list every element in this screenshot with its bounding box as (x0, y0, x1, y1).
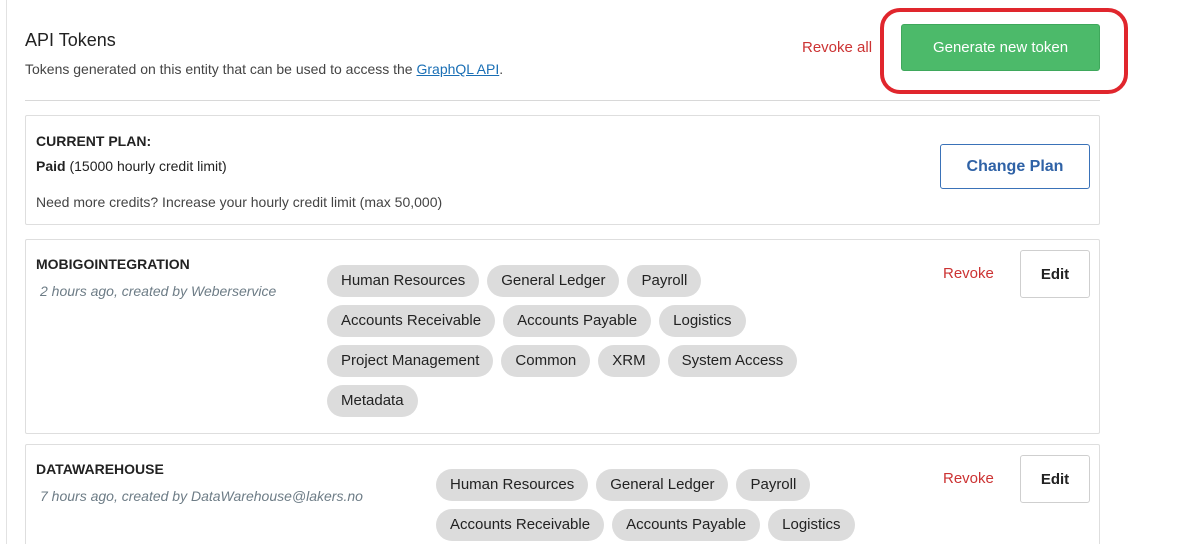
description-suffix: . (499, 61, 504, 77)
scope-tag: Payroll (627, 265, 702, 297)
description-text: Tokens generated on this entity that can… (25, 61, 417, 77)
token-created-meta: 2 hours ago, created by Weberservice (40, 283, 277, 299)
token-scope-list: Human Resources General Ledger Payroll A… (327, 265, 867, 417)
scope-tag: Human Resources (327, 265, 480, 297)
scope-tag: Human Resources (436, 469, 589, 501)
page-title: API Tokens (25, 30, 116, 50)
scope-tag: XRM (598, 345, 660, 377)
token-scope-list: Human Resources General Ledger Payroll A… (436, 469, 916, 541)
token-name: DATAWAREHOUSE (36, 461, 164, 477)
revoke-token-link[interactable]: Revoke (943, 265, 994, 282)
graphql-api-link[interactable]: GraphQL API (416, 61, 499, 77)
scope-tag: Logistics (659, 305, 746, 337)
generate-new-token-button[interactable]: Generate new token (901, 24, 1100, 71)
scope-tag: Common (501, 345, 591, 377)
edit-token-button[interactable]: Edit (1020, 250, 1090, 298)
page-description: Tokens generated on this entity that can… (25, 61, 503, 77)
token-name: MOBIGOINTEGRATION (36, 256, 190, 272)
plan-limit: (15000 hourly credit limit) (69, 158, 227, 174)
revoke-token-link[interactable]: Revoke (943, 470, 994, 487)
edit-token-button[interactable]: Edit (1020, 455, 1090, 503)
scope-tag: Accounts Receivable (327, 305, 496, 337)
plan-label: CURRENT PLAN: (36, 133, 152, 149)
scope-tag: General Ledger (596, 469, 729, 501)
scope-tag: Payroll (736, 469, 811, 501)
scope-tag: General Ledger (487, 265, 620, 297)
scope-tag: Accounts Receivable (436, 509, 605, 541)
header-divider (25, 100, 1100, 101)
tokens-header: API Tokens Tokens generated on this enti… (25, 30, 503, 77)
token-card: DATAWAREHOUSE 7 hours ago, created by Da… (25, 444, 1100, 544)
scope-tag: System Access (667, 345, 798, 377)
scope-tag: Accounts Payable (612, 509, 761, 541)
plan-tier: Paid (36, 158, 66, 174)
revoke-all-link[interactable]: Revoke all (802, 39, 880, 56)
scope-tag: Accounts Payable (503, 305, 652, 337)
plan-upsell-text: Need more credits? Increase your hourly … (36, 194, 443, 210)
token-created-meta: 7 hours ago, created by DataWarehouse@la… (40, 488, 363, 504)
token-card: MOBIGOINTEGRATION 2 hours ago, created b… (25, 239, 1100, 434)
api-tokens-page: API Tokens Tokens generated on this enti… (0, 0, 1200, 544)
scope-tag: Metadata (327, 385, 418, 417)
scope-tag: Logistics (768, 509, 855, 541)
content-left-border (6, 0, 7, 544)
scope-tag: Project Management (327, 345, 494, 377)
plan-details: Paid (15000 hourly credit limit) (36, 158, 227, 174)
change-plan-button[interactable]: Change Plan (940, 144, 1090, 189)
current-plan-card: CURRENT PLAN: Paid (15000 hourly credit … (25, 115, 1100, 225)
